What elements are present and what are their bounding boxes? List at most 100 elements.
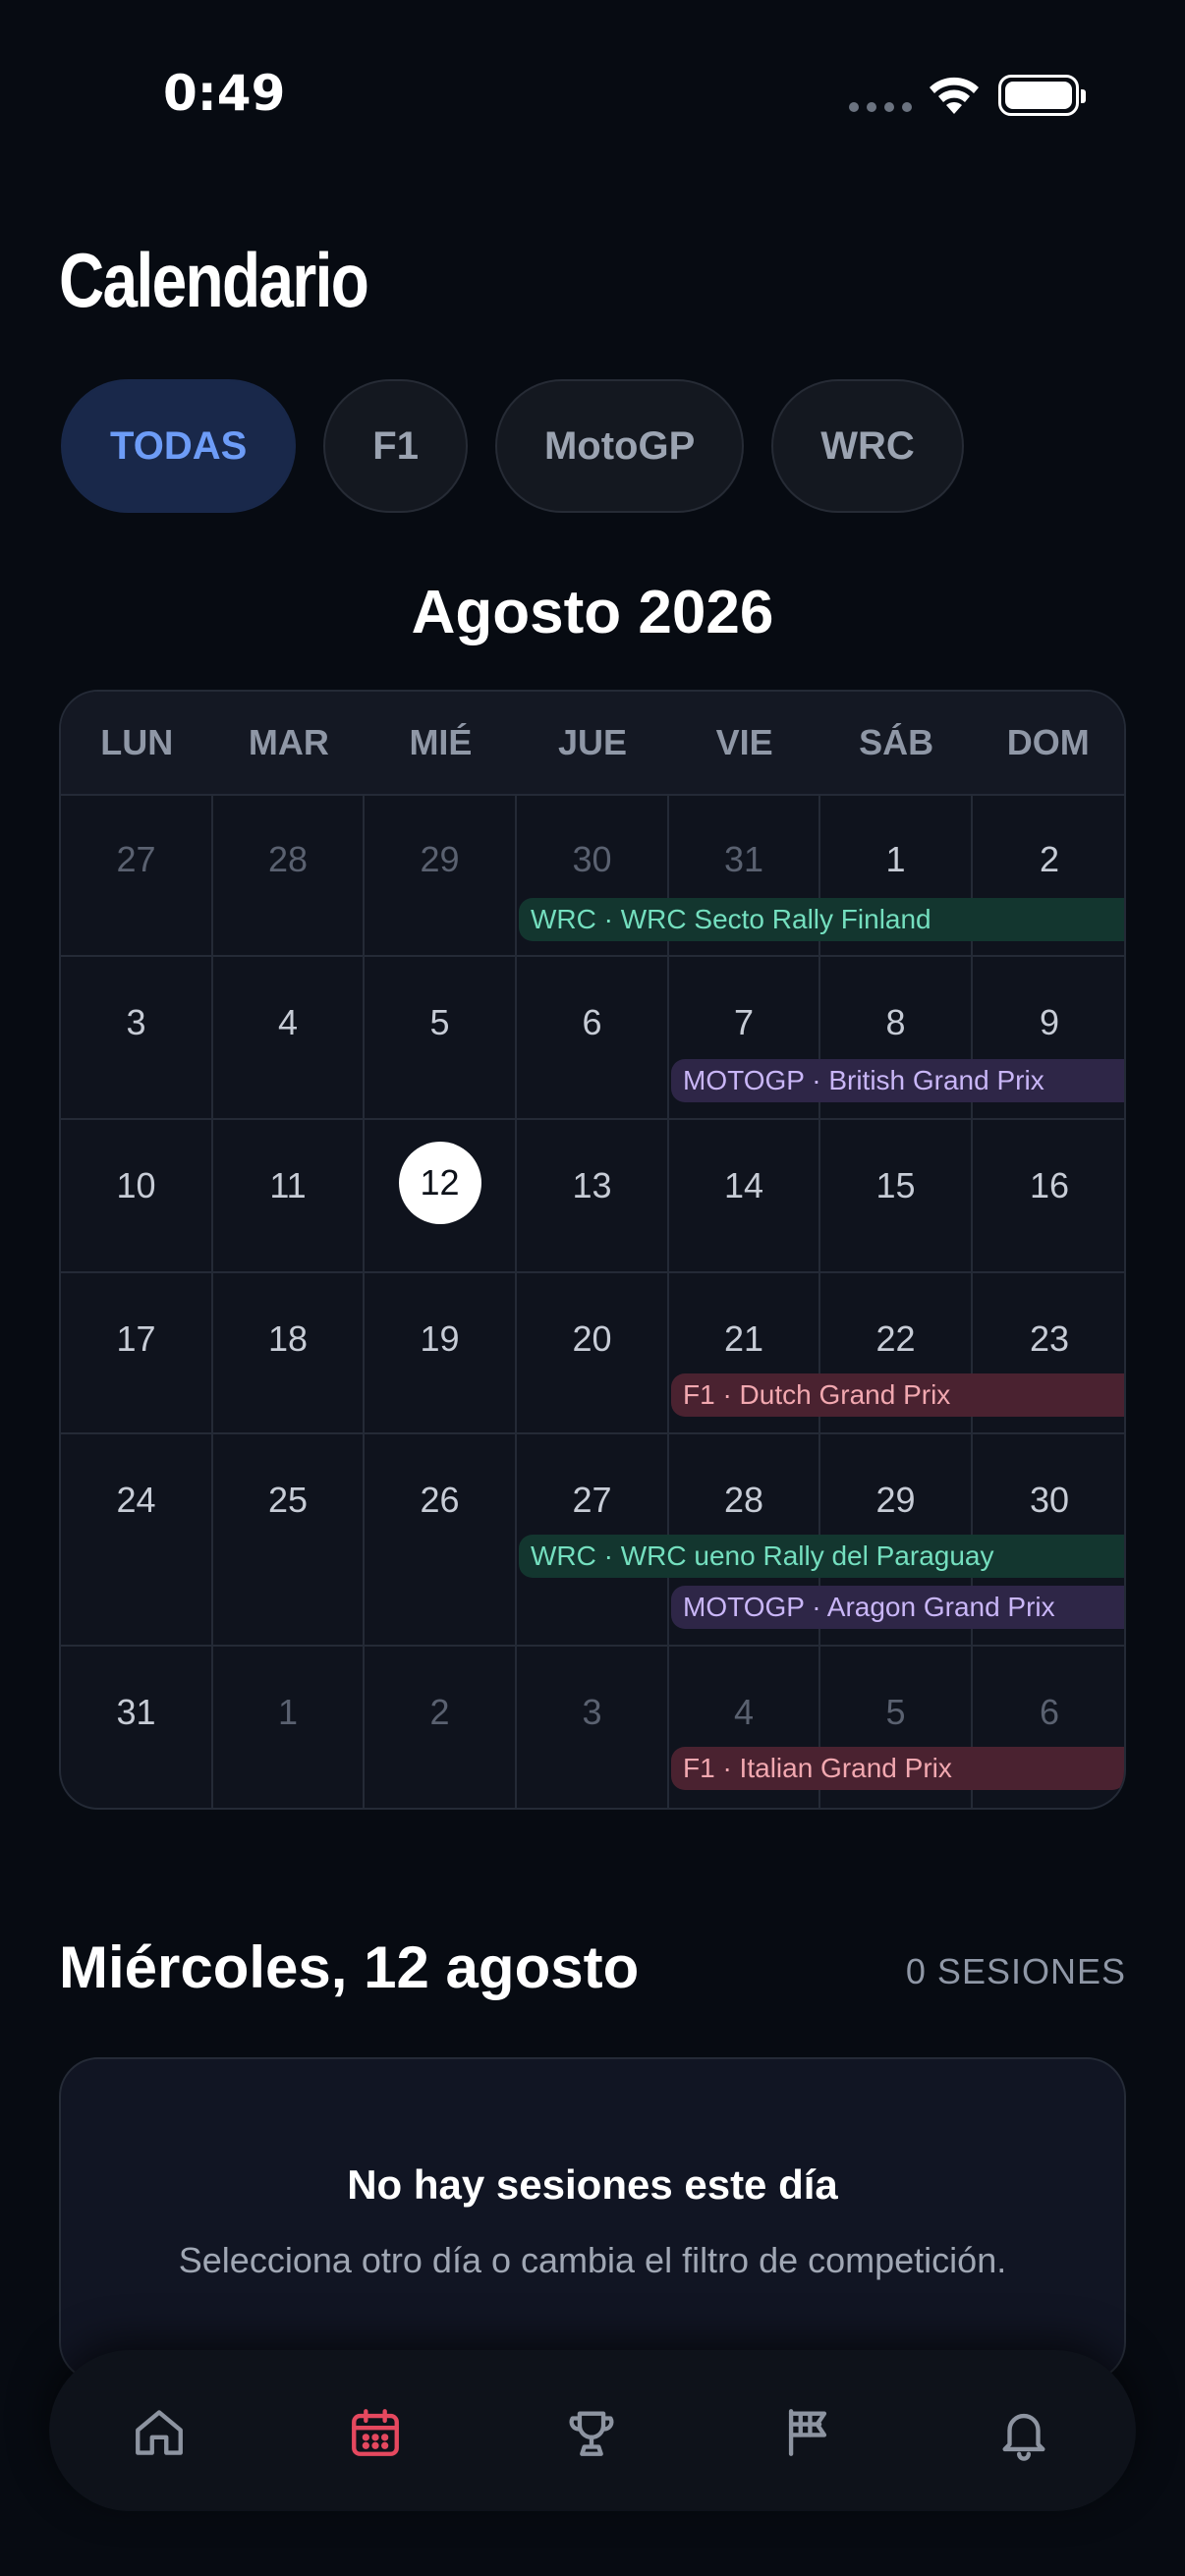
trophy-icon bbox=[569, 2411, 614, 2456]
day-cell[interactable]: 11 bbox=[213, 1120, 365, 1271]
day-number: 9 bbox=[1039, 1002, 1060, 1042]
cellular-signal-icon bbox=[849, 102, 912, 112]
filter-chip-todas[interactable]: TODAS bbox=[61, 379, 297, 513]
day-number: 23 bbox=[1029, 1318, 1070, 1359]
day-number: 26 bbox=[420, 1480, 460, 1520]
selected-day-title: Miércoles, 12 agosto bbox=[59, 1934, 640, 2000]
day-cell[interactable]: 29 bbox=[365, 794, 517, 955]
calendar-week-row: 3 4 5 6 7 8 9 MOTOGP · British Grand Pri… bbox=[61, 957, 1124, 1120]
day-number: 31 bbox=[116, 1692, 156, 1732]
day-cell[interactable]: 19 bbox=[365, 1273, 517, 1432]
day-cell[interactable]: 17 bbox=[61, 1273, 213, 1432]
tab-standings[interactable] bbox=[562, 2403, 621, 2462]
day-number: 5 bbox=[429, 1002, 450, 1042]
event-bar-wrc[interactable]: WRC · WRC ueno Rally del Paraguay bbox=[519, 1535, 1124, 1578]
day-number: 20 bbox=[572, 1318, 612, 1359]
bell-icon bbox=[1002, 2413, 1045, 2461]
day-number: 8 bbox=[885, 1002, 906, 1042]
day-cell[interactable]: 5 bbox=[365, 957, 517, 1118]
tab-calendar[interactable] bbox=[346, 2403, 405, 2462]
day-cell[interactable]: 10 bbox=[61, 1120, 213, 1271]
tab-races[interactable] bbox=[778, 2403, 837, 2462]
day-cell[interactable]: 28 bbox=[213, 794, 365, 955]
home-icon bbox=[136, 2410, 183, 2455]
weekday-label: SÁB bbox=[859, 722, 934, 762]
day-cell[interactable]: 31 bbox=[61, 1647, 213, 1808]
day-number: 1 bbox=[277, 1692, 299, 1732]
weekday-header: LUN MAR MIÉ JUE VIE SÁB DOM bbox=[61, 692, 1124, 796]
day-number: 29 bbox=[420, 839, 460, 879]
day-number: 4 bbox=[277, 1002, 299, 1042]
calendar-week-row: 27 28 29 30 31 1 2 WRC · WRC Secto Rally… bbox=[61, 794, 1124, 957]
event-bar-f1[interactable]: F1 · Dutch Grand Prix bbox=[671, 1373, 1124, 1417]
day-cell[interactable]: 26 bbox=[365, 1434, 517, 1645]
day-cell[interactable]: 4 bbox=[213, 957, 365, 1118]
day-number: 27 bbox=[116, 839, 156, 879]
day-cell[interactable]: 3 bbox=[517, 1647, 669, 1808]
day-number: 3 bbox=[582, 1692, 602, 1732]
month-title: Agosto 2026 bbox=[411, 579, 774, 646]
day-cell[interactable]: 27 bbox=[61, 794, 213, 955]
day-number: 5 bbox=[885, 1692, 906, 1732]
day-number: 25 bbox=[267, 1480, 309, 1520]
empty-state-title: No hay sesiones este día bbox=[347, 2161, 838, 2208]
tab-home[interactable] bbox=[130, 2403, 189, 2462]
day-number: 30 bbox=[1029, 1480, 1070, 1520]
day-number: 14 bbox=[723, 1165, 764, 1205]
day-cell[interactable]: 2 bbox=[365, 1647, 517, 1808]
weekday-label: MIÉ bbox=[409, 722, 473, 762]
filter-chip-f1[interactable]: F1 bbox=[323, 379, 468, 513]
day-cell-selected[interactable]: 12 bbox=[365, 1120, 517, 1271]
day-number: 22 bbox=[875, 1318, 916, 1359]
calendar-week-row: 10 11 12 13 14 15 16 bbox=[61, 1120, 1124, 1273]
day-number: 3 bbox=[126, 1002, 146, 1042]
event-bar-motogp[interactable]: MOTOGP · British Grand Prix bbox=[671, 1059, 1124, 1102]
day-number: 6 bbox=[1039, 1692, 1060, 1732]
day-number: 29 bbox=[875, 1480, 916, 1520]
day-cell[interactable]: 18 bbox=[213, 1273, 365, 1432]
status-bar: 0:49 bbox=[0, 0, 1185, 196]
weekday-label: LUN bbox=[100, 722, 174, 762]
event-bar-f1[interactable]: F1 · Italian Grand Prix bbox=[671, 1747, 1124, 1790]
day-number: 11 bbox=[269, 1165, 307, 1205]
day-number: 2 bbox=[1039, 839, 1060, 879]
day-cell[interactable]: 15 bbox=[820, 1120, 973, 1271]
day-number: 10 bbox=[116, 1165, 156, 1205]
sessions-count: 0 SESIONES bbox=[905, 1951, 1126, 1991]
day-cell[interactable]: 14 bbox=[669, 1120, 820, 1271]
tab-notifications[interactable] bbox=[994, 2403, 1053, 2462]
day-number: 6 bbox=[582, 1002, 602, 1042]
day-cell[interactable]: 20 bbox=[517, 1273, 669, 1432]
day-number: 27 bbox=[572, 1480, 612, 1520]
day-cell[interactable]: 16 bbox=[973, 1120, 1124, 1271]
event-bar-motogp[interactable]: MOTOGP · Aragon Grand Prix bbox=[671, 1586, 1124, 1629]
day-cell[interactable]: 1 bbox=[213, 1647, 365, 1808]
day-cell[interactable]: 3 bbox=[61, 957, 213, 1118]
day-number: 2 bbox=[429, 1692, 450, 1732]
day-cell[interactable]: 13 bbox=[517, 1120, 669, 1271]
day-number: 4 bbox=[733, 1692, 755, 1732]
day-number: 1 bbox=[885, 839, 906, 879]
day-number: 24 bbox=[116, 1480, 156, 1520]
weekday-label: MAR bbox=[248, 722, 329, 762]
empty-state-card: No hay sesiones este día Selecciona otro… bbox=[59, 2057, 1126, 2381]
day-cell[interactable]: 24 bbox=[61, 1434, 213, 1645]
day-cell[interactable]: 6 bbox=[517, 957, 669, 1118]
day-number: 31 bbox=[723, 839, 764, 879]
month-calendar: LUN MAR MIÉ JUE VIE SÁB DOM 27 28 29 30 … bbox=[59, 690, 1126, 1810]
filter-chip-motogp[interactable]: MotoGP bbox=[494, 379, 745, 513]
day-number: 7 bbox=[733, 1002, 755, 1042]
filter-chip-wrc[interactable]: WRC bbox=[771, 379, 964, 513]
weekday-label: DOM bbox=[1006, 722, 1090, 762]
event-bar-wrc[interactable]: WRC · WRC Secto Rally Finland bbox=[519, 898, 1124, 941]
day-number: 30 bbox=[572, 839, 612, 879]
flag-icon bbox=[788, 2409, 827, 2456]
calendar-icon bbox=[352, 2409, 399, 2456]
battery-icon bbox=[998, 75, 1086, 116]
selected-day-number: 12 bbox=[398, 1142, 481, 1224]
day-cell[interactable]: 25 bbox=[213, 1434, 365, 1645]
day-number: 21 bbox=[723, 1318, 764, 1359]
day-number: 19 bbox=[420, 1318, 460, 1359]
day-number: 15 bbox=[875, 1165, 916, 1205]
status-time: 0:49 bbox=[163, 65, 286, 122]
